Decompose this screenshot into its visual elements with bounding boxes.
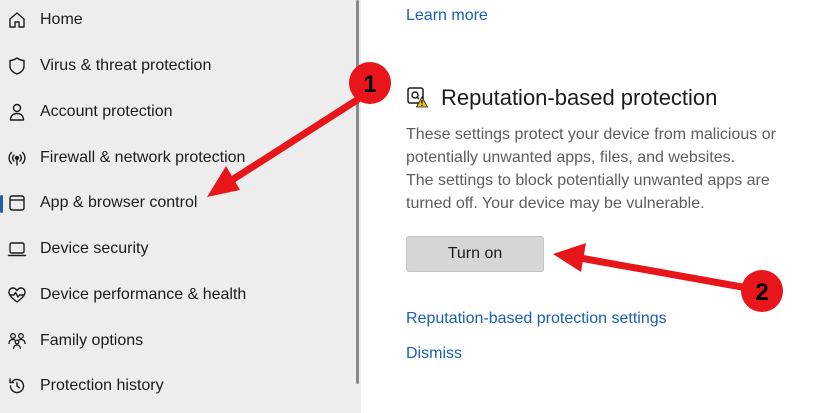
- shield-icon: [7, 56, 27, 76]
- sidebar-item-app-browser-control[interactable]: App & browser control: [0, 183, 355, 223]
- heart-pulse-icon: [7, 285, 27, 305]
- sidebar-item-label: Family options: [40, 332, 144, 349]
- sidebar-navigation: Home Virus & threat protection Account p…: [0, 0, 361, 413]
- wireless-icon: [7, 148, 27, 168]
- reputation-settings-link[interactable]: Reputation-based protection settings: [406, 310, 667, 328]
- sidebar-item-protection-history[interactable]: Protection history: [0, 366, 355, 406]
- section-description: These settings protect your device from …: [406, 123, 806, 215]
- sidebar-item-virus-threat-protection[interactable]: Virus & threat protection: [0, 46, 355, 86]
- turn-on-button[interactable]: Turn on: [406, 236, 544, 272]
- sidebar-item-label: Protection history: [40, 377, 164, 394]
- sidebar-item-label: Device performance & health: [40, 286, 247, 303]
- sidebar-item-firewall-network-protection[interactable]: Firewall & network protection: [0, 138, 355, 178]
- laptop-icon: [7, 239, 27, 259]
- description-paragraph: These settings protect your device from …: [406, 126, 776, 166]
- sidebar-item-label: Device security: [40, 240, 149, 257]
- sidebar-scrollbar[interactable]: [356, 0, 359, 384]
- sidebar-item-account-protection[interactable]: Account protection: [0, 92, 355, 132]
- sidebar-item-device-security[interactable]: Device security: [0, 229, 355, 269]
- sidebar-item-device-performance-health[interactable]: Device performance & health: [0, 275, 355, 315]
- main-content: Learn more Reputation-based protection T…: [361, 0, 825, 413]
- person-icon: [7, 102, 27, 122]
- sidebar-item-home[interactable]: Home: [0, 0, 355, 40]
- sidebar-item-label: App & browser control: [40, 194, 198, 211]
- reputation-warning-icon: [406, 86, 429, 108]
- sidebar-item-label: Firewall & network protection: [40, 149, 246, 166]
- history-icon: [7, 376, 27, 396]
- app-window-icon: [7, 193, 27, 213]
- sidebar-item-family-options[interactable]: Family options: [0, 321, 355, 361]
- home-icon: [7, 10, 27, 30]
- family-icon: [7, 331, 27, 351]
- sidebar-item-label: Home: [40, 11, 83, 28]
- learn-more-link[interactable]: Learn more: [406, 7, 488, 25]
- sidebar-item-label: Virus & threat protection: [40, 57, 212, 74]
- dismiss-link[interactable]: Dismiss: [406, 345, 462, 363]
- section-title: Reputation-based protection: [441, 85, 718, 110]
- warning-paragraph: The settings to block potentially unwant…: [406, 172, 770, 212]
- sidebar-item-label: Account protection: [40, 103, 173, 120]
